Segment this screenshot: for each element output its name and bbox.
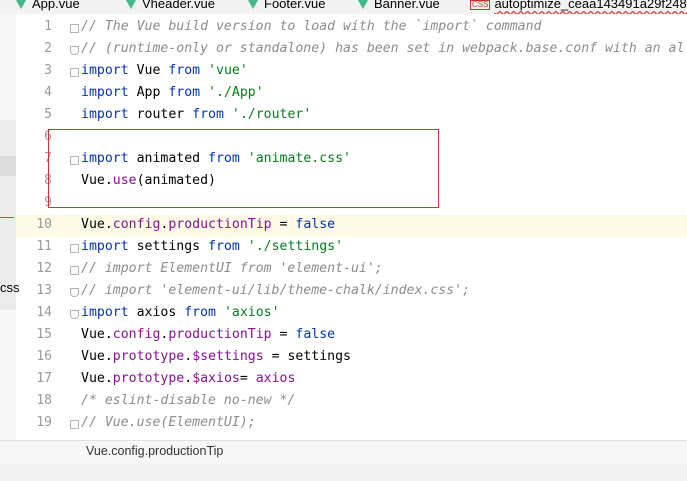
line-number: 7 <box>44 151 52 166</box>
tab-autoptimize-css[interactable]: CSS autoptimize_ceaa143491a29f248c1 <box>470 0 687 12</box>
code-line-15: Vue.config.productionTip = false <box>81 327 336 342</box>
vue-file-icon <box>248 0 258 10</box>
breadcrumb-bar: Vue.config.productionTip <box>0 440 687 465</box>
line-number: 8 <box>44 173 52 188</box>
line-number: 1 <box>44 19 52 34</box>
line-number: 15 <box>36 327 52 342</box>
line-number: 11 <box>36 239 52 254</box>
code-line-17: Vue.prototype.$axios= axios <box>81 371 296 386</box>
error-marker <box>0 217 14 218</box>
code-line-4: import App from './App' <box>81 85 264 100</box>
project-panel-selection <box>0 156 16 176</box>
line-number: 4 <box>44 85 52 100</box>
line-number: 18 <box>36 393 52 408</box>
line-number: 5 <box>44 107 52 122</box>
code-line-12: // import ElementUI from 'element-ui'; <box>81 261 383 276</box>
line-number: 13 <box>36 283 52 298</box>
highlight-annotation-box <box>48 129 439 208</box>
editor-tab-bar: App.vue Vheader.vue Footer.vue Banner.vu… <box>0 0 687 14</box>
code-line-19: // Vue.use(ElementUI); <box>81 415 256 430</box>
vue-file-icon <box>126 0 136 10</box>
line-number: 19 <box>36 415 52 430</box>
tab-banner-vue[interactable]: Banner.vue <box>358 0 440 12</box>
line-number: 3 <box>44 63 52 78</box>
line-number: 12 <box>36 261 52 276</box>
breadcrumb[interactable]: Vue.config.productionTip <box>86 444 223 458</box>
line-number: 10 <box>36 217 52 232</box>
line-number: 16 <box>36 349 52 364</box>
code-line-13: // import 'element-ui/lib/theme-chalk/in… <box>81 283 471 298</box>
css-file-icon: CSS <box>470 0 491 10</box>
vue-file-icon <box>16 0 26 10</box>
line-number: 9 <box>44 195 52 210</box>
code-line-2: // (runtime-only or standalone) has been… <box>81 41 685 56</box>
code-line-16: Vue.prototype.$settings = settings <box>81 349 351 364</box>
code-line-10: Vue.config.productionTip = false <box>81 217 336 232</box>
code-line-14: import axios from 'axios' <box>81 305 280 320</box>
line-number: 17 <box>36 371 52 386</box>
code-editor[interactable]: // The Vue build version to load with th… <box>74 14 687 440</box>
line-number: 2 <box>44 41 52 56</box>
code-line-5: import router from './router' <box>81 107 312 122</box>
tab-app-vue[interactable]: App.vue <box>16 0 80 12</box>
bottom-panel-edge <box>0 464 687 481</box>
tab-vheader-vue[interactable]: Vheader.vue <box>126 0 215 12</box>
line-number: 14 <box>36 305 52 320</box>
line-number: 6 <box>44 129 52 144</box>
code-line-18: /* eslint-disable no-new */ <box>81 393 296 408</box>
code-line-3: import Vue from 'vue' <box>81 63 248 78</box>
code-line-11: import settings from './settings' <box>81 239 344 254</box>
code-line-1: // The Vue build version to load with th… <box>81 19 542 34</box>
tab-footer-vue[interactable]: Footer.vue <box>248 0 325 12</box>
vue-file-icon <box>358 0 368 10</box>
